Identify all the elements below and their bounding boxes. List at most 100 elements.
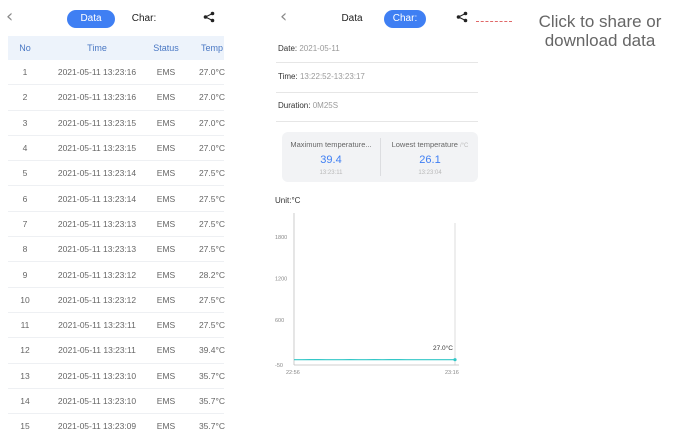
tab-data[interactable]: Data: [332, 10, 372, 28]
header-time: Time: [87, 43, 107, 53]
duration-info: Duration: 0M25S: [278, 101, 338, 110]
divider: [276, 121, 478, 122]
cell-status: EMS: [156, 117, 176, 128]
y-tick-label: 1800: [275, 235, 287, 241]
cell-temp: 27.0°C: [198, 67, 226, 78]
max-temperature-time: 13:23:11: [319, 170, 343, 176]
temperature-summary: Maximum temperature... 39.4 13:23:11 Low…: [282, 132, 478, 182]
cell-status: EMS: [156, 67, 176, 78]
min-temperature-label-text: Lowest temperature: [391, 140, 458, 149]
cell-temp: 27.0°C: [198, 143, 226, 154]
cell-no: 4: [22, 143, 28, 154]
date-info: Date: 2021-05-11: [278, 44, 340, 53]
cell-no: 13: [20, 370, 30, 381]
cell-status: EMS: [156, 244, 176, 255]
cell-status: EMS: [156, 269, 176, 280]
cell-time: 2021-05-11 13:23:15: [57, 143, 137, 154]
cell-time: 2021-05-11 13:23:12: [57, 294, 137, 305]
cell-no: 10: [20, 294, 30, 305]
value-annotation: 27.0°C: [433, 344, 453, 352]
time-value: 13:22:52-13:23:17: [299, 72, 365, 81]
cell-time: 2021-05-11 13:23:14: [57, 168, 137, 179]
cell-time: 2021-05-11 13:23:16: [57, 92, 137, 103]
callout-text: Click to share or download data: [538, 12, 662, 50]
cell-no: 9: [22, 269, 28, 280]
cell-no: 8: [22, 244, 28, 255]
header-no: No: [19, 43, 31, 53]
duration-value: 0M25S: [312, 101, 339, 110]
cell-temp: 27.5°C: [198, 294, 226, 305]
cell-time: 2021-05-11 13:23:09: [57, 421, 137, 430]
cell-temp: 27.5°C: [198, 168, 226, 179]
max-temperature-value: 39.4: [320, 154, 342, 166]
table-row: 15 2021-05-11 13:23:09 EMS 35.7°C: [8, 414, 225, 430]
table-body: 1 2021-05-11 13:23:16 EMS 27.0°C 2 2021-05-11…: [8, 60, 225, 430]
min-temperature-card: Lowest temperature /°C 26.1 13:23:04: [381, 132, 479, 182]
date-value: 2021-05-11: [299, 44, 340, 53]
chart-unit-label: Unit:°C: [275, 196, 301, 205]
divider: [276, 92, 478, 93]
table-row: 14 2021-05-11 13:23:10 EMS 35.7°C: [8, 389, 225, 415]
cell-time: 2021-05-11 13:23:11: [58, 320, 136, 331]
table-row: 13 2021-05-11 13:23:10 EMS 35.7°C: [8, 364, 225, 389]
cell-time: 2021-05-11 13:23:13: [57, 218, 137, 229]
cell-no: 12: [20, 345, 30, 356]
tab-data[interactable]: Data: [67, 10, 115, 28]
cell-no: 15: [20, 421, 30, 430]
time-label: Time:: [278, 72, 298, 81]
series-end-point: [453, 358, 457, 362]
cell-time: 2021-05-11 13:23:11: [58, 345, 136, 356]
callout-leader-line: [476, 21, 512, 22]
cell-temp: 27.5°C: [198, 218, 226, 229]
share-icon[interactable]: [203, 11, 215, 23]
y-tick-label: 600: [275, 318, 284, 324]
time-info: Time: 13:22:52-13:23:17: [278, 72, 365, 81]
chart-screen: ‹ Data Char: Date: 2021-05-11 Time: 13:2…: [272, 0, 482, 430]
header-status: Status: [153, 43, 179, 53]
max-temperature-card: Maximum temperature... 39.4 13:23:11: [282, 132, 380, 182]
cell-status: EMS: [156, 143, 176, 154]
cell-no: 3: [22, 117, 28, 128]
cell-status: EMS: [156, 320, 176, 331]
cell-time: 2021-05-11 13:23:12: [57, 269, 137, 280]
y-tick-label: 1200: [275, 277, 287, 283]
cell-time: 2021-05-11 13:23:10: [57, 396, 137, 406]
cell-no: 14: [20, 396, 30, 406]
y-tick-label: -50: [275, 363, 283, 369]
table-row: 4 2021-05-11 13:23:15 EMS 27.0°C: [8, 136, 225, 162]
cell-status: EMS: [156, 421, 176, 430]
max-temperature-label: Maximum temperature...: [290, 140, 372, 149]
min-temperature-time: 13:23:04: [418, 170, 442, 176]
table-header: No Time Status Temp: [8, 36, 224, 60]
cell-status: EMS: [156, 370, 176, 381]
table-row: 8 2021-05-11 13:23:13 EMS 27.5°C: [8, 237, 225, 263]
min-temperature-label: Lowest temperature /°C: [381, 140, 479, 149]
table-row: 1 2021-05-11 13:23:16 EMS 27.0°C: [8, 60, 225, 86]
cell-time: 2021-05-11 13:23:16: [57, 67, 137, 78]
cell-temp: 27.5°C: [198, 320, 226, 331]
cell-temp: 27.0°C: [198, 117, 226, 128]
duration-label: Duration:: [278, 101, 311, 110]
table-row: 12 2021-05-11 13:23:11 EMS 39.4°C: [8, 338, 225, 364]
tab-chart[interactable]: Char:: [124, 10, 164, 28]
date-label: Date:: [278, 44, 298, 53]
cell-temp: 27.0°C: [198, 92, 226, 103]
cell-status: EMS: [156, 396, 176, 406]
tab-chart[interactable]: Char:: [384, 10, 426, 28]
cell-time: 2021-05-11 13:23:10: [57, 370, 137, 381]
header-temp: Temp: [200, 43, 223, 53]
cell-temp: 27.5°C: [198, 193, 226, 204]
table-row: 6 2021-05-11 13:23:14 EMS 27.5°C: [8, 186, 225, 212]
cell-temp: 35.7°C: [198, 396, 226, 406]
cell-temp: 35.7°C: [198, 421, 226, 430]
cell-no: 11: [20, 320, 30, 331]
x-tick-label: 22:56: [286, 370, 300, 376]
back-chevron-left-icon[interactable]: ‹: [280, 8, 287, 26]
table-row: 7 2021-05-11 13:23:13 EMS 27.5°C: [8, 212, 225, 238]
cell-status: EMS: [156, 168, 176, 179]
back-chevron-left-icon[interactable]: ‹: [6, 8, 13, 26]
cell-no: 7: [22, 218, 28, 229]
cell-status: EMS: [156, 218, 176, 229]
share-icon[interactable]: [456, 11, 468, 23]
cell-time: 2021-05-11 13:23:15: [57, 117, 137, 128]
